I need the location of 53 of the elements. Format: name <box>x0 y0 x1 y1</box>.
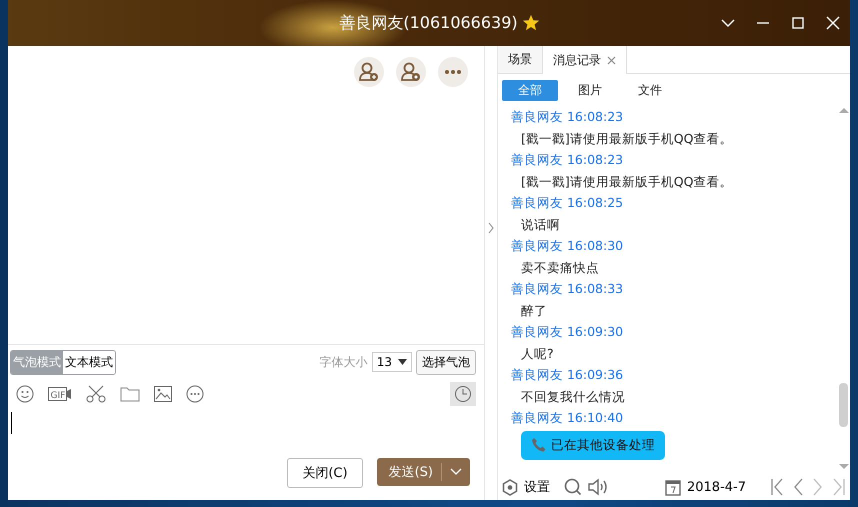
send-button[interactable]: 发送(S) <box>376 458 470 486</box>
image-icon[interactable] <box>154 386 172 402</box>
filter-tab[interactable]: 文件 <box>622 80 678 101</box>
message-text: 说话啊 <box>520 216 561 234</box>
call-notice-text: 已在其他设备处理 <box>551 436 655 454</box>
message-header: 善良网友 16:08:23 <box>511 151 624 169</box>
message-header: 善良网友 16:09:36 <box>511 366 624 384</box>
message-header: 善良网友 16:08:25 <box>511 194 624 212</box>
settings-icon[interactable] <box>502 478 518 496</box>
user-settings-icon <box>400 61 422 83</box>
window-title: 善良网友(1061066639) <box>339 12 518 34</box>
clock-icon <box>454 385 472 403</box>
filter-tab[interactable]: 图片 <box>562 80 618 101</box>
first-page-icon[interactable] <box>770 478 784 496</box>
message-header: 善良网友 16:08:33 <box>511 280 624 298</box>
more-icon <box>445 70 461 74</box>
settings-label[interactable]: 设置 <box>524 478 550 496</box>
maximize-icon[interactable] <box>791 16 805 30</box>
more-button[interactable] <box>438 57 468 87</box>
panel-tab[interactable]: 场景 <box>498 46 543 73</box>
message-header: 善良网友 16:08:23 <box>511 108 624 126</box>
message-text: [戳一戳]请使用最新版手机QQ查看。 <box>520 130 734 148</box>
mode-toggle[interactable]: 文本模式 <box>63 350 115 374</box>
add-friend-button[interactable] <box>354 57 384 87</box>
message-text: 不回复我什么情况 <box>520 388 626 406</box>
caret-icon[interactable] <box>450 468 462 476</box>
choose-bubble-button[interactable]: 选择气泡 <box>416 350 476 374</box>
font-size-label: 字体大小 <box>320 354 368 370</box>
calendar-icon[interactable] <box>664 478 681 496</box>
contact-settings-button[interactable] <box>396 57 426 87</box>
star-icon <box>522 14 540 32</box>
folder-icon[interactable] <box>120 386 140 402</box>
message-text: 醉了 <box>520 302 548 320</box>
more-icon[interactable] <box>186 385 204 403</box>
add-user-icon <box>358 61 380 83</box>
emoji-icon[interactable] <box>16 385 34 403</box>
message-text: 卖不卖痛快点 <box>520 258 600 276</box>
close-button[interactable]: 关闭(C) <box>287 458 363 488</box>
previous-page-icon[interactable] <box>792 478 804 496</box>
panel-tab[interactable]: 消息记录 <box>543 46 627 74</box>
date-label: 2018-4-7 <box>686 480 746 494</box>
dropdown-arrow-icon <box>398 359 407 365</box>
message-header: 善良网友 16:08:30 <box>511 237 624 255</box>
scissors-icon[interactable] <box>86 385 106 403</box>
message-text: 人呢? <box>520 344 555 362</box>
message-text: [戳一戳]请使用最新版手机QQ查看。 <box>520 172 734 190</box>
font-size-dropdown[interactable]: 13 <box>372 352 412 372</box>
history-clock-button[interactable] <box>450 382 476 406</box>
search-icon[interactable] <box>564 478 582 496</box>
message-header: 善良网友 16:10:40 <box>511 409 624 427</box>
scrollbar-thumb[interactable] <box>839 383 848 427</box>
message-header: 善良网友 16:09:30 <box>511 323 624 341</box>
phone-icon <box>531 437 547 453</box>
